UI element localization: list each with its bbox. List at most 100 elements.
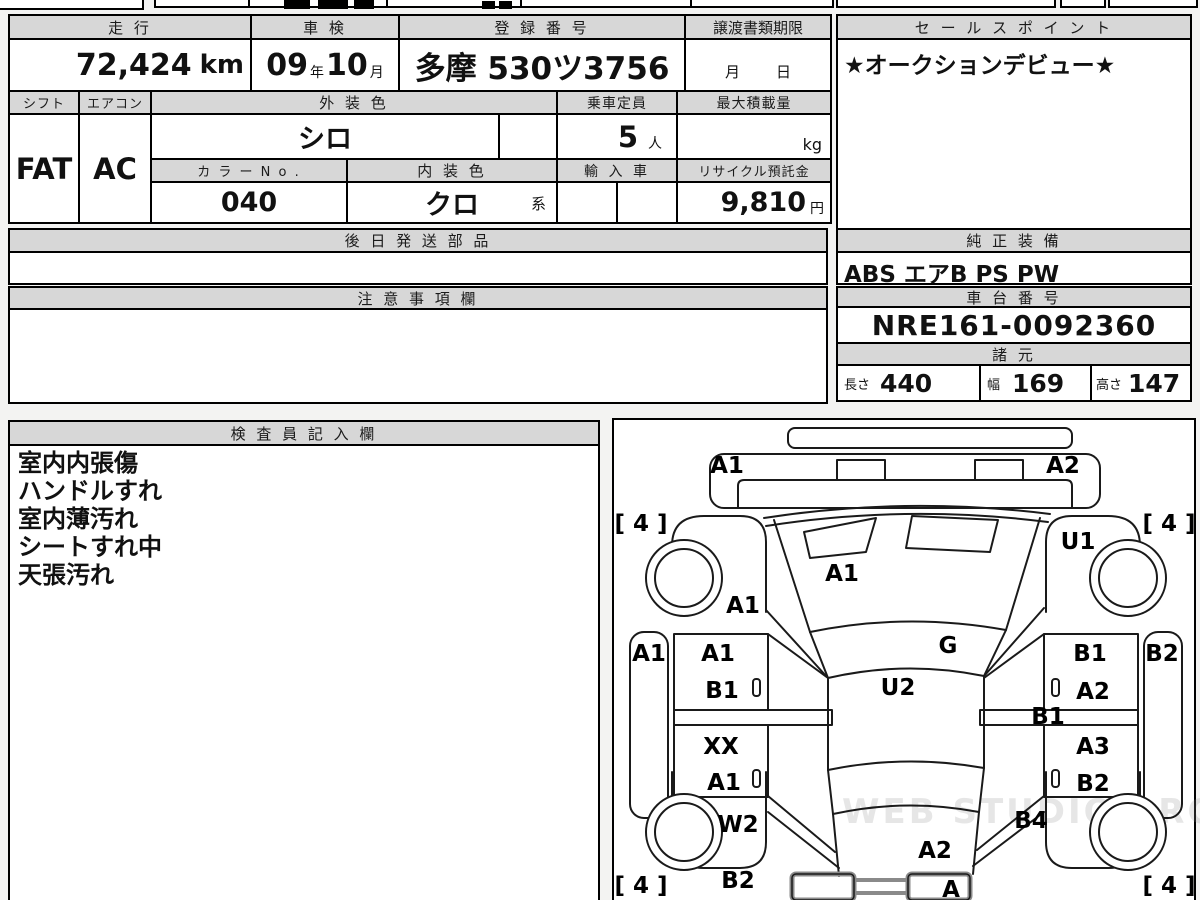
damage-code-windshield: G: [938, 633, 958, 659]
registration-value: 多摩 530ツ3756: [414, 50, 670, 87]
specs-header: 諸 元: [836, 342, 1192, 366]
sales-point-header: セ ー ル ス ポ イ ン ト: [836, 14, 1192, 40]
interior-color-header: 内 装 色: [346, 158, 558, 183]
later-parts-cell: [8, 251, 828, 285]
damage-code-left-front-fender: A1: [726, 593, 760, 619]
inspection-year: 09: [266, 47, 308, 83]
inspection-cell: 09 年 10 月: [250, 38, 400, 92]
damage-code-right-rear-door-2: B2: [1076, 771, 1110, 797]
inspector-note: ハンドルすれ: [18, 477, 162, 505]
mileage-unit: km: [199, 50, 244, 80]
inspector-cell: 室内内張傷 ハンドルすれ 室内薄汚れ シートすれ中 天張汚れ: [8, 444, 600, 900]
capacity-header: 乗車定員: [556, 90, 678, 115]
max-load-header: 最大積載量: [676, 90, 832, 115]
inspector-note: 天張汚れ: [18, 561, 114, 589]
chassis-value: NRE161-0092360: [836, 306, 1192, 344]
inspection-month-unit: 月: [369, 65, 384, 81]
inspector-note: 室内薄汚れ: [18, 505, 138, 533]
inspector-header: 検 査 員 記 入 欄: [8, 420, 600, 446]
inspection-month: 10: [326, 47, 368, 83]
mileage-cell: 72,424 km: [8, 38, 252, 92]
recycle-value: 9,810: [720, 187, 806, 218]
genuine-equipment-cell: ABS エアB PS PW: [836, 251, 1192, 288]
auction-sheet: 走 行 車 検 登 録 番 号 譲渡書類期限 72,424 km 09 年 10…: [0, 0, 1200, 900]
registration-header: 登 録 番 号: [398, 14, 686, 40]
recycle-unit: 円: [810, 200, 824, 217]
later-parts-header: 後 日 発 送 部 品: [8, 228, 828, 253]
sales-point-cell: ★オークションデビュー★: [836, 38, 1192, 230]
inspector-note: 室内内張傷: [18, 449, 138, 477]
capacity-unit: 人: [648, 135, 662, 152]
capacity-cell: 5 人: [556, 113, 678, 160]
exterior-color-value: シロ: [150, 113, 500, 160]
cropped-top-cell: [1108, 0, 1198, 8]
chassis-header: 車 台 番 号: [836, 286, 1192, 308]
damage-code-right-rear-door-1: A3: [1076, 734, 1110, 760]
length-cell: 長さ 440: [836, 364, 981, 402]
width-label: 幅: [987, 377, 1001, 393]
aircon-value: AC: [78, 113, 152, 224]
shift-value: FAT: [8, 113, 80, 224]
mileage-value: 72,424: [75, 47, 192, 83]
recycle-cell: 9,810 円: [676, 181, 832, 224]
damage-code-left-rear-door-2: A1: [707, 770, 741, 796]
deadline-month-label: 月: [724, 63, 740, 81]
caution-notes-header: 注 意 事 項 欄: [8, 286, 828, 310]
recycle-header: リサイクル預託金: [676, 158, 832, 183]
damage-code-hood: A1: [825, 561, 859, 587]
damage-code-left-rocker: A1: [632, 641, 666, 667]
damage-code-right-front-door-2: A2: [1076, 679, 1110, 705]
damage-code-right-sill: B1: [1031, 704, 1065, 730]
cropped-text-fragment: [354, 0, 374, 9]
damage-code-left-rear-door-1: XX: [703, 734, 739, 760]
tire-tread-rear-left: [ 4 ]: [614, 873, 668, 899]
damage-code-right-rear-quarter: B4: [1014, 808, 1048, 834]
tire-tread-front-right: [ 4 ]: [1142, 511, 1196, 537]
width-cell: 幅 169: [979, 364, 1092, 402]
interior-color-cell: クロ 系: [346, 181, 558, 224]
cropped-top-cell: [520, 0, 692, 8]
deadline-cell: 月 日: [684, 38, 832, 92]
interior-color-suffix: 系: [530, 195, 546, 213]
damage-code-left-rear-wheel: W2: [717, 812, 759, 838]
inspection-year-unit: 年: [310, 65, 324, 81]
damage-code-front-bumper-right: A2: [1046, 453, 1080, 479]
height-label: 高さ: [1096, 377, 1123, 393]
cropped-top-cell: [690, 0, 834, 8]
registration-cell: 多摩 530ツ3756: [398, 38, 686, 92]
damage-code-roof: U2: [880, 675, 916, 701]
cropped-top-cell: [154, 0, 250, 8]
damage-code-right-rocker: B2: [1145, 641, 1179, 667]
damage-code-left-front-door-1: A1: [701, 641, 735, 667]
tire-tread-rear-right: [ 4 ]: [1142, 873, 1196, 899]
damage-code-trunk: A2: [918, 838, 952, 864]
length-label: 長さ: [844, 377, 871, 393]
aircon-header: エアコン: [78, 90, 152, 115]
damage-diagram-panel: WEB STUDIO PRO A1 A2 [4] [4] U1 A1 A…: [612, 418, 1200, 900]
import-empty-cell: [616, 181, 678, 224]
import-header: 輸 入 車: [556, 158, 678, 183]
deadline-header: 譲渡書類期限: [684, 14, 832, 40]
height-cell: 高さ 147: [1090, 364, 1192, 402]
inspector-note: シートすれ中: [18, 533, 162, 561]
damage-code-right-front-door-1: B1: [1073, 641, 1107, 667]
length-value: 440: [880, 368, 933, 398]
cropped-top-cell: [836, 0, 1056, 8]
damage-code-right-front-fender: U1: [1060, 529, 1096, 555]
color-no-header: カ ラ ー N o .: [150, 158, 348, 183]
damage-code-left-rear-bottom: B2: [721, 868, 755, 894]
shift-header: シフト: [8, 90, 80, 115]
capacity-value: 5: [617, 119, 638, 154]
width-value: 169: [1012, 368, 1065, 398]
tire-tread-front-left: [ 4 ]: [614, 511, 668, 537]
genuine-equipment-header: 純 正 装 備: [836, 228, 1192, 253]
cropped-text-fragment: [482, 1, 495, 9]
deadline-day-label: 日: [776, 63, 792, 81]
damage-code-front-bumper-left: A1: [710, 453, 744, 479]
damage-code-tail-light: A: [942, 877, 960, 900]
color-no-value: 040: [150, 181, 348, 224]
exterior-color-empty-cell: [498, 113, 558, 160]
cropped-text-fragment: [499, 1, 512, 9]
mileage-header: 走 行: [8, 14, 252, 40]
interior-color-value: クロ: [425, 190, 479, 221]
